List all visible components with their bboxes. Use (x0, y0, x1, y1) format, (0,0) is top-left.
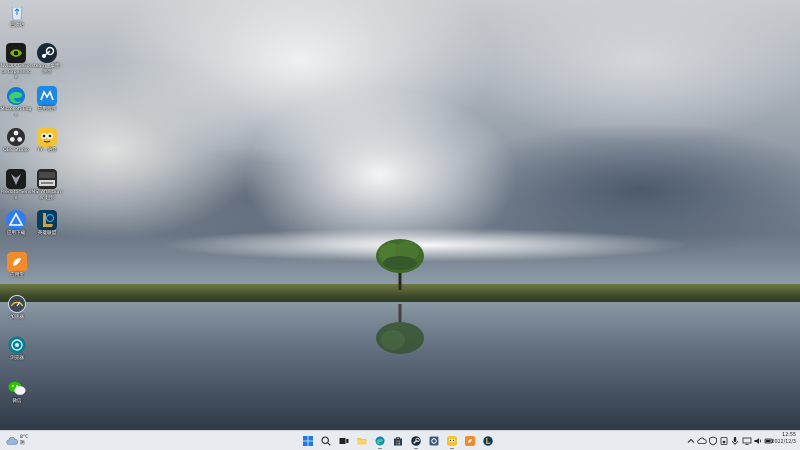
steam-icon (411, 436, 421, 446)
desktop-icon-label: MSI Afterburner 超频 (31, 190, 63, 201)
yy-icon (447, 436, 457, 446)
globe-app-icon (7, 335, 27, 355)
taskbar-clock[interactable]: 12:55 2022/12/3 (766, 433, 796, 446)
desktop-icon-label: YY - 语音 (37, 148, 57, 153)
yy-icon (37, 127, 57, 147)
cloud-tray-icon[interactable] (697, 436, 707, 446)
desktop-icon-geforce[interactable]: NVIDIA GeForce Experience (0, 43, 32, 81)
taskbar-lol[interactable] (480, 433, 496, 449)
taskbar-search-button[interactable] (318, 433, 334, 449)
desktop-icon-label: 微信 (12, 399, 22, 404)
recycle-bin-icon (7, 2, 27, 22)
running-indicator (450, 447, 454, 449)
predator-icon (6, 169, 26, 189)
geforce-experience-icon (6, 43, 26, 63)
running-indicator (414, 447, 418, 449)
orange-app-icon (7, 252, 27, 272)
search-icon (321, 436, 331, 446)
desktop-wallpaper[interactable] (0, 0, 800, 430)
microphone-icon[interactable] (730, 436, 740, 446)
start-button[interactable] (300, 433, 316, 449)
folder-icon (357, 438, 367, 445)
desktop-icon-label: PredatorSense (0, 190, 32, 201)
volume-icon[interactable] (753, 436, 763, 446)
desktop-icon-label: steam - 桌面 · 网页 (31, 64, 63, 75)
desktop-icon-msi-afterburner[interactable]: MSI Afterburner 超频 (31, 169, 63, 201)
taskbar-file-explorer[interactable] (354, 433, 370, 449)
desktop-icon-lol[interactable]: 英雄联盟 (31, 210, 63, 237)
windows-start-icon (303, 436, 313, 446)
wallpaper-tree-reflection (376, 304, 424, 354)
desktop-icon-recycle-bin[interactable]: 回收站 (1, 2, 33, 29)
desktop-icon-wechat[interactable]: 微信 (1, 378, 33, 405)
taskbar-yy[interactable] (444, 433, 460, 449)
desktop-icon-app-triangle[interactable]: 应用下载 (0, 210, 32, 237)
desktop-icon-label: 英雄联盟 (37, 231, 57, 236)
desktop-icon-app-orange[interactable]: 应用宝 (1, 252, 33, 279)
taskbar-edge[interactable] (372, 433, 388, 449)
desktop-icon-app-blue[interactable]: 应用程序 (31, 86, 63, 113)
taskbar[interactable]: 8°C 阴 12:55 2022/12/3 (0, 430, 800, 450)
desktop-icon-label: OBS Studio (3, 148, 29, 153)
desktop-icon-browser-cyan[interactable]: 浏览器 (1, 335, 33, 362)
desktop-icon-label: NVIDIA GeForce Experience (0, 64, 32, 81)
desktop-icon-edge[interactable]: Microsoft Edge (0, 86, 32, 118)
taskbar-weather-widget[interactable]: 8°C 阴 (6, 433, 46, 449)
desktop-icon-label: 加速器 (10, 315, 24, 320)
orange-app-icon (465, 436, 475, 446)
desktop-icon-predator[interactable]: PredatorSense (0, 169, 32, 201)
app-blue-icon (37, 86, 57, 106)
desktop-icon-speed[interactable]: 加速器 (1, 294, 33, 321)
desktop-icon-label: 应用程序 (37, 107, 57, 112)
clock-time: 12:55 (782, 433, 796, 438)
league-icon (37, 210, 57, 230)
taskbar-store[interactable] (390, 433, 406, 449)
desktop-icon-label: Microsoft Edge (0, 107, 32, 118)
edge-icon (6, 86, 26, 106)
desktop-icon-label: 浏览器 (10, 356, 24, 361)
steam-icon (37, 43, 57, 63)
weather-condition: 阴 (20, 440, 25, 446)
desktop-icon-obs[interactable]: OBS Studio (0, 127, 32, 154)
taskbar-app-orange[interactable] (462, 433, 478, 449)
running-indicator (378, 447, 382, 449)
desktop-icon-yy[interactable]: YY - 语音 (31, 127, 63, 154)
weather-temp: 8°C (20, 435, 29, 440)
obs-icon (6, 127, 26, 147)
desktop-icon-label: 应用下载 (6, 231, 26, 236)
shield-icon[interactable] (708, 436, 718, 446)
speedometer-icon (7, 294, 27, 314)
chevron-up-icon[interactable] (686, 436, 696, 446)
league-icon (483, 436, 493, 446)
triangle-app-icon (6, 210, 26, 230)
weather-text: 8°C 阴 (20, 435, 28, 446)
taskbar-app-gear[interactable] (426, 433, 442, 449)
msi-afterburner-icon (37, 169, 57, 189)
taskbar-steam[interactable] (408, 433, 424, 449)
speaker-icon[interactable] (719, 436, 729, 446)
wallpaper-cloud-band (160, 228, 690, 262)
edge-icon (375, 436, 385, 446)
clock-date: 2022/12/3 (771, 439, 796, 445)
wechat-icon (7, 378, 27, 398)
desktop-icon-steam-web[interactable]: steam - 桌面 · 网页 (31, 43, 63, 75)
desktop-icon-label: 应用宝 (10, 273, 24, 278)
network-icon[interactable] (742, 436, 752, 446)
desktop-icon-label: 回收站 (10, 23, 24, 28)
wallpaper-tree (376, 239, 424, 290)
taskbar-apps (300, 433, 500, 449)
task-view-button[interactable] (336, 433, 352, 449)
cloud-icon (6, 437, 18, 445)
store-icon (394, 437, 402, 446)
task-view-icon (339, 438, 349, 444)
gear-app-icon (429, 436, 439, 446)
